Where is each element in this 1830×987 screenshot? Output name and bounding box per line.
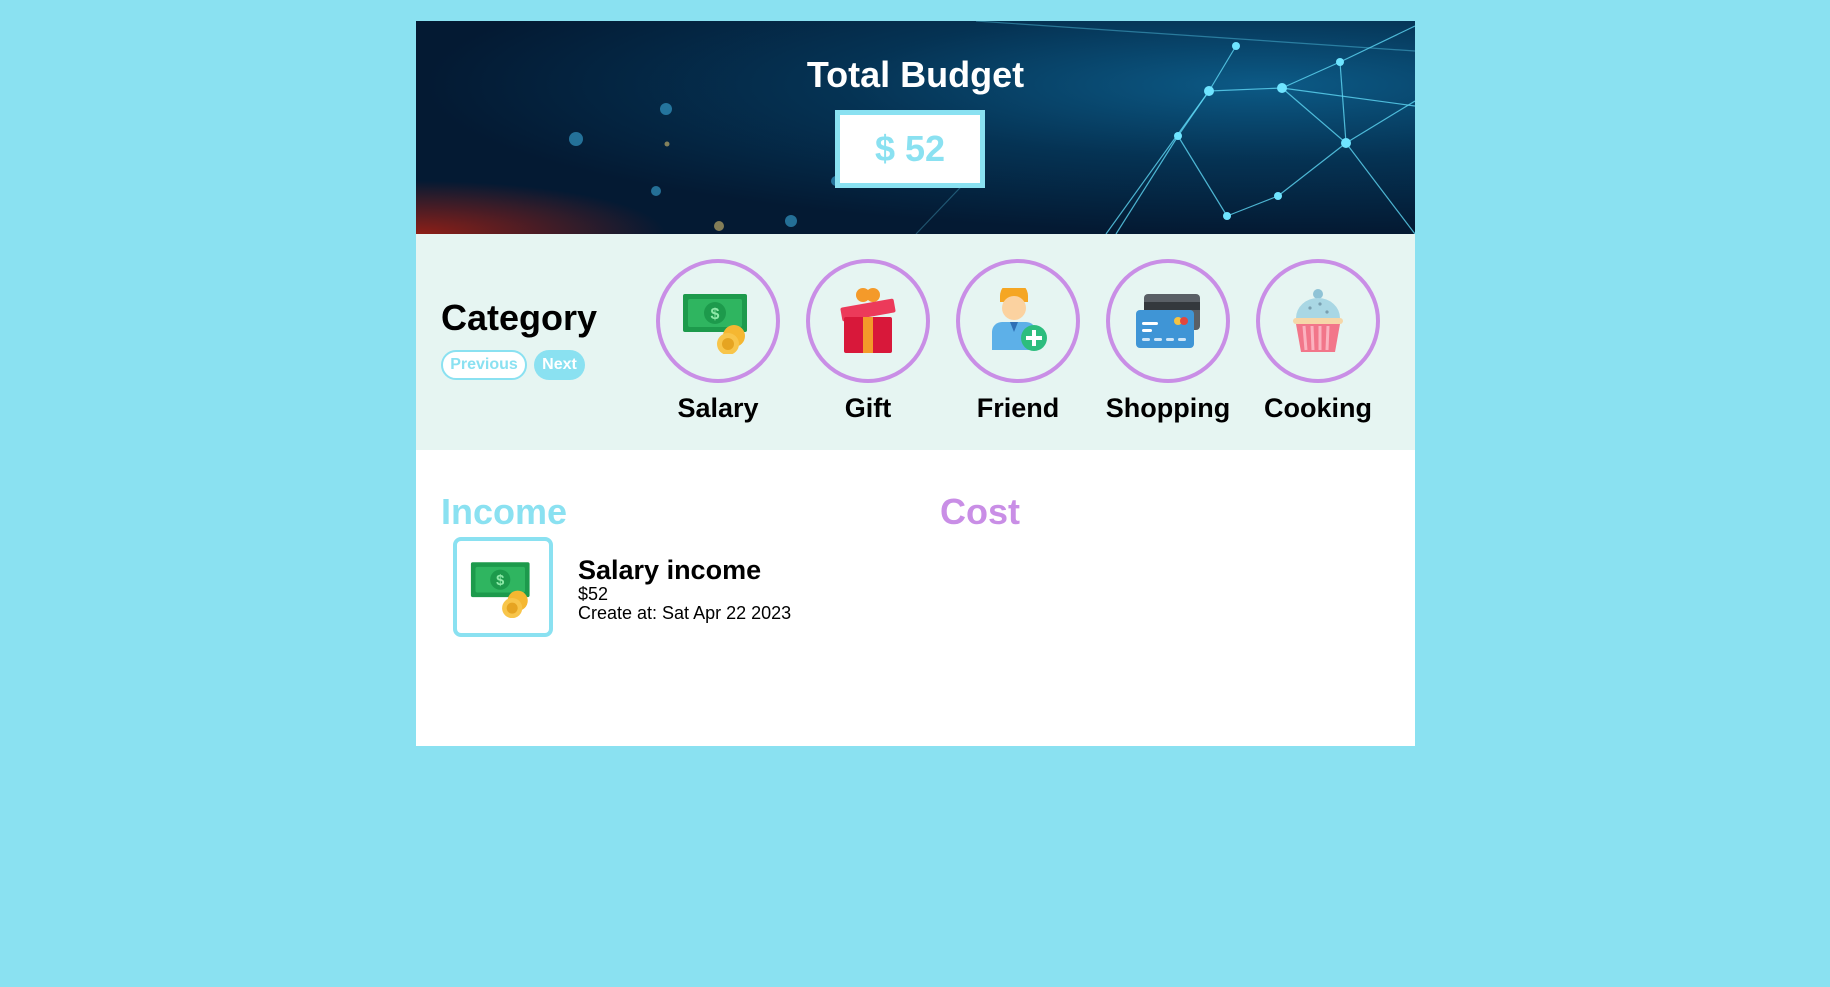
income-entry[interactable]: $ Salary income $52 Create at: Sat Apr 2… xyxy=(453,537,791,637)
category-label: Friend xyxy=(976,393,1060,423)
category-circle[interactable] xyxy=(1106,259,1230,383)
category-label: Cooking xyxy=(1264,393,1372,423)
category-title: Category xyxy=(441,297,598,338)
budget-app: Total Budget $ 52 Category Previous Next… xyxy=(416,21,1415,746)
credit-card-icon xyxy=(1136,294,1200,348)
category-label: Salary xyxy=(677,393,759,423)
entry-amount: $52 xyxy=(578,584,609,604)
total-budget-amount: $ 52 xyxy=(835,110,985,188)
total-budget-title: Total Budget xyxy=(806,54,1025,95)
entry-created-date: Create at: Sat Apr 22 2023 xyxy=(578,603,792,623)
category-circle[interactable] xyxy=(806,259,930,383)
entry-name: Salary income xyxy=(578,555,762,585)
entry-icon-box: $ xyxy=(453,537,553,637)
category-label: Gift xyxy=(844,393,892,423)
previous-button[interactable]: Previous xyxy=(441,350,527,380)
category-item-cooking[interactable]: Cooking xyxy=(1243,259,1393,424)
header-banner: Total Budget $ 52 xyxy=(416,21,1415,234)
category-label: Shopping xyxy=(1105,393,1231,423)
category-item-friend[interactable]: Friend xyxy=(943,259,1093,424)
entry-details: Salary income $52 Create at: Sat Apr 22 … xyxy=(578,555,791,623)
svg-text:$: $ xyxy=(496,573,504,589)
cost-title: Cost xyxy=(940,491,1020,532)
gift-icon xyxy=(840,288,896,353)
next-button[interactable]: Next xyxy=(534,350,585,380)
category-circle[interactable]: $ xyxy=(656,259,780,383)
category-item-shopping[interactable]: Shopping xyxy=(1093,259,1243,424)
category-item-salary[interactable]: $ Salary xyxy=(643,259,793,424)
money-icon: $ xyxy=(470,562,530,618)
friend-add-icon xyxy=(992,288,1047,351)
money-icon: $ xyxy=(683,294,747,354)
svg-text:$: $ xyxy=(711,306,720,323)
category-item-gift[interactable]: Gift xyxy=(793,259,943,424)
income-title: Income xyxy=(441,491,568,532)
cupcake-icon xyxy=(1293,289,1343,352)
category-circle[interactable] xyxy=(1256,259,1380,383)
category-circle[interactable] xyxy=(956,259,1080,383)
